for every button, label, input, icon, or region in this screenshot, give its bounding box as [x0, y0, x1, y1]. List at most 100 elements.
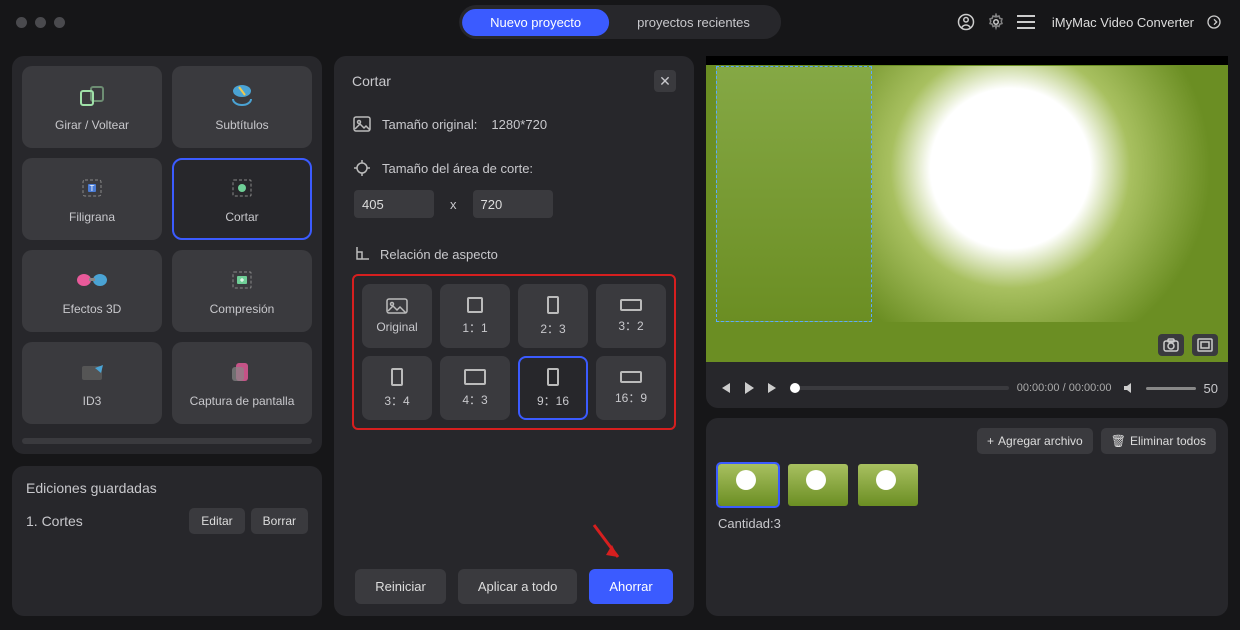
video-preview	[706, 56, 1228, 362]
traffic-minimize[interactable]	[35, 17, 46, 28]
ratio-3-2[interactable]: 3：2	[596, 284, 666, 348]
glasses-3d-icon	[75, 266, 109, 294]
aspect-icon	[352, 244, 372, 264]
id3-icon	[75, 358, 109, 386]
ratio-4-3[interactable]: 4：3	[440, 356, 510, 420]
ratio-label: 3：2	[618, 317, 643, 334]
ratio-label: 1：1	[462, 319, 487, 336]
screenshot-tool[interactable]: Captura de pantalla	[172, 342, 312, 424]
ratio-label: 16：9	[615, 389, 647, 406]
ratio-3-4[interactable]: 3：4	[362, 356, 432, 420]
rotate-icon	[75, 82, 109, 110]
tool-label: Girar / Voltear	[55, 118, 129, 132]
tab-recent-projects[interactable]: proyectos recientes	[609, 9, 778, 36]
ratio-label: Original	[376, 320, 417, 334]
crop-width-input[interactable]	[354, 190, 434, 218]
traffic-close[interactable]	[16, 17, 27, 28]
crop-selection[interactable]	[716, 66, 872, 322]
playlist-thumb[interactable]	[858, 464, 918, 506]
subtitles-icon	[225, 82, 259, 110]
landscape-icon	[620, 299, 642, 311]
aspect-ratio-highlight-box: Original 1：1 2：3 3：2 3：4	[352, 274, 676, 430]
id3-tool[interactable]: ID3	[22, 342, 162, 424]
time-display: 00:00:00 / 00:00:00	[1017, 382, 1112, 394]
saved-edits-title: Ediciones guardadas	[26, 480, 308, 496]
original-size-label: Tamaño original:	[382, 117, 477, 132]
trash-icon: 🗑	[1111, 434, 1126, 448]
snapshot-button[interactable]	[1158, 334, 1184, 356]
close-panel-button[interactable]: ✕	[654, 70, 676, 92]
expand-icon[interactable]	[1204, 12, 1224, 32]
crop-height-input[interactable]	[473, 190, 553, 218]
tool-label: Captura de pantalla	[190, 394, 295, 408]
tool-label: Subtítulos	[215, 118, 268, 132]
subtitles-tool[interactable]: Subtítulos	[172, 66, 312, 148]
image-glyph-icon	[386, 298, 408, 314]
traffic-zoom[interactable]	[54, 17, 65, 28]
ratio-label: 3：4	[384, 392, 409, 409]
app-name: iMyMac Video Converter	[1052, 15, 1194, 30]
ratio-9-16[interactable]: 9：16	[518, 356, 588, 420]
ratio-label: 9：16	[537, 392, 569, 409]
volume-slider[interactable]	[1146, 387, 1196, 390]
crop-size-label: Tamaño del área de corte:	[382, 161, 533, 176]
original-size-value: 1280*720	[491, 117, 547, 132]
fullscreen-button[interactable]	[1192, 334, 1218, 356]
play-button[interactable]	[740, 379, 758, 397]
effects-3d-tool[interactable]: Efectos 3D	[22, 250, 162, 332]
tool-label: Cortar	[225, 210, 258, 224]
rotate-flip-tool[interactable]: Girar / Voltear	[22, 66, 162, 148]
red-arrow-annotation	[588, 523, 628, 567]
ratio-2-3[interactable]: 2：3	[518, 284, 588, 348]
seek-bar[interactable]	[790, 386, 1009, 390]
portrait-icon	[547, 368, 559, 386]
crop-size-icon	[352, 158, 372, 178]
ratio-original[interactable]: Original	[362, 284, 432, 348]
tool-label: Efectos 3D	[63, 302, 122, 316]
menu-icon[interactable]	[1016, 12, 1036, 32]
landscape-icon	[464, 369, 486, 385]
screenshot-icon	[225, 358, 259, 386]
ratio-label: 2：3	[540, 320, 565, 337]
playlist-count: Cantidad:3	[718, 516, 1216, 531]
crop-icon	[225, 174, 259, 202]
ratio-1-1[interactable]: 1：1	[440, 284, 510, 348]
volume-icon[interactable]	[1120, 379, 1138, 397]
tool-label: ID3	[83, 394, 102, 408]
remove-all-button[interactable]: 🗑Eliminar todos	[1101, 428, 1216, 454]
saved-item: 1. Cortes	[26, 513, 83, 529]
aspect-ratio-label: Relación de aspecto	[380, 247, 498, 262]
dim-separator: x	[450, 197, 457, 212]
sidebar-scrollbar[interactable]	[22, 438, 312, 444]
prev-button[interactable]	[716, 379, 734, 397]
landscape-icon	[620, 371, 642, 383]
playlist-thumb[interactable]	[788, 464, 848, 506]
tab-new-project[interactable]: Nuevo proyecto	[462, 9, 609, 36]
watermark-icon: T	[75, 174, 109, 202]
portrait-icon	[547, 296, 559, 314]
portrait-icon	[391, 368, 403, 386]
tool-label: Compresión	[210, 302, 275, 316]
crop-tool[interactable]: Cortar	[172, 158, 312, 240]
panel-title: Cortar	[352, 73, 391, 89]
compress-icon	[225, 266, 259, 294]
reset-button[interactable]: Reiniciar	[355, 569, 446, 604]
save-button[interactable]: Ahorrar	[589, 569, 672, 604]
ratio-16-9[interactable]: 16：9	[596, 356, 666, 420]
account-icon[interactable]	[956, 12, 976, 32]
square-icon	[467, 297, 483, 313]
watermark-tool[interactable]: T Filigrana	[22, 158, 162, 240]
playlist-thumb[interactable]	[718, 464, 778, 506]
next-button[interactable]	[764, 379, 782, 397]
add-file-button[interactable]: +Agregar archivo	[977, 428, 1093, 454]
svg-text:T: T	[90, 184, 95, 193]
settings-icon[interactable]	[986, 12, 1006, 32]
edit-saved-button[interactable]: Editar	[189, 508, 244, 534]
preview-image	[872, 66, 1218, 322]
image-icon	[352, 114, 372, 134]
volume-value: 50	[1204, 381, 1218, 396]
compression-tool[interactable]: Compresión	[172, 250, 312, 332]
delete-saved-button[interactable]: Borrar	[251, 508, 308, 534]
ratio-label: 4：3	[462, 391, 487, 408]
apply-all-button[interactable]: Aplicar a todo	[458, 569, 578, 604]
